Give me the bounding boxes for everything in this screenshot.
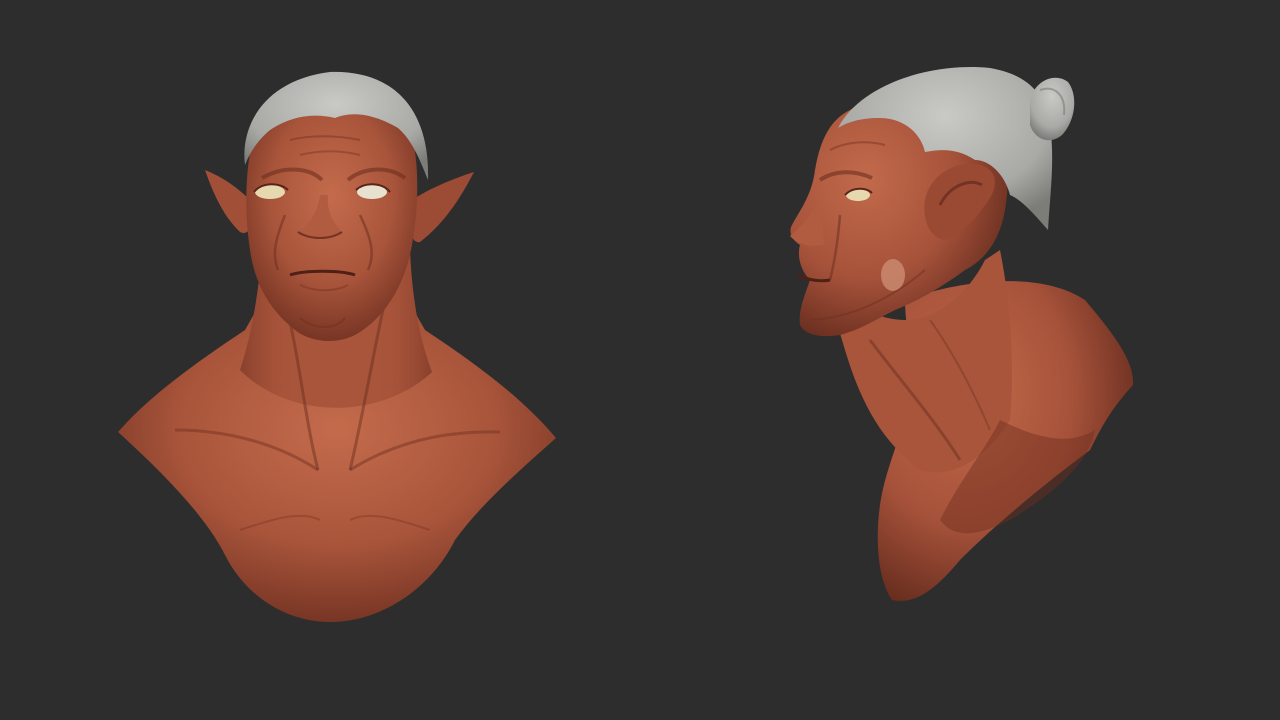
side-hair-bun <box>1030 77 1075 141</box>
side-earlobe-highlight <box>881 259 905 291</box>
front-left-ear <box>205 170 252 233</box>
bust-front-view[interactable] <box>118 71 556 622</box>
scene-svg <box>118 67 1134 622</box>
bust-side-view[interactable] <box>790 67 1134 601</box>
viewport-canvas[interactable] <box>0 0 1280 720</box>
front-right-ear <box>409 172 474 243</box>
